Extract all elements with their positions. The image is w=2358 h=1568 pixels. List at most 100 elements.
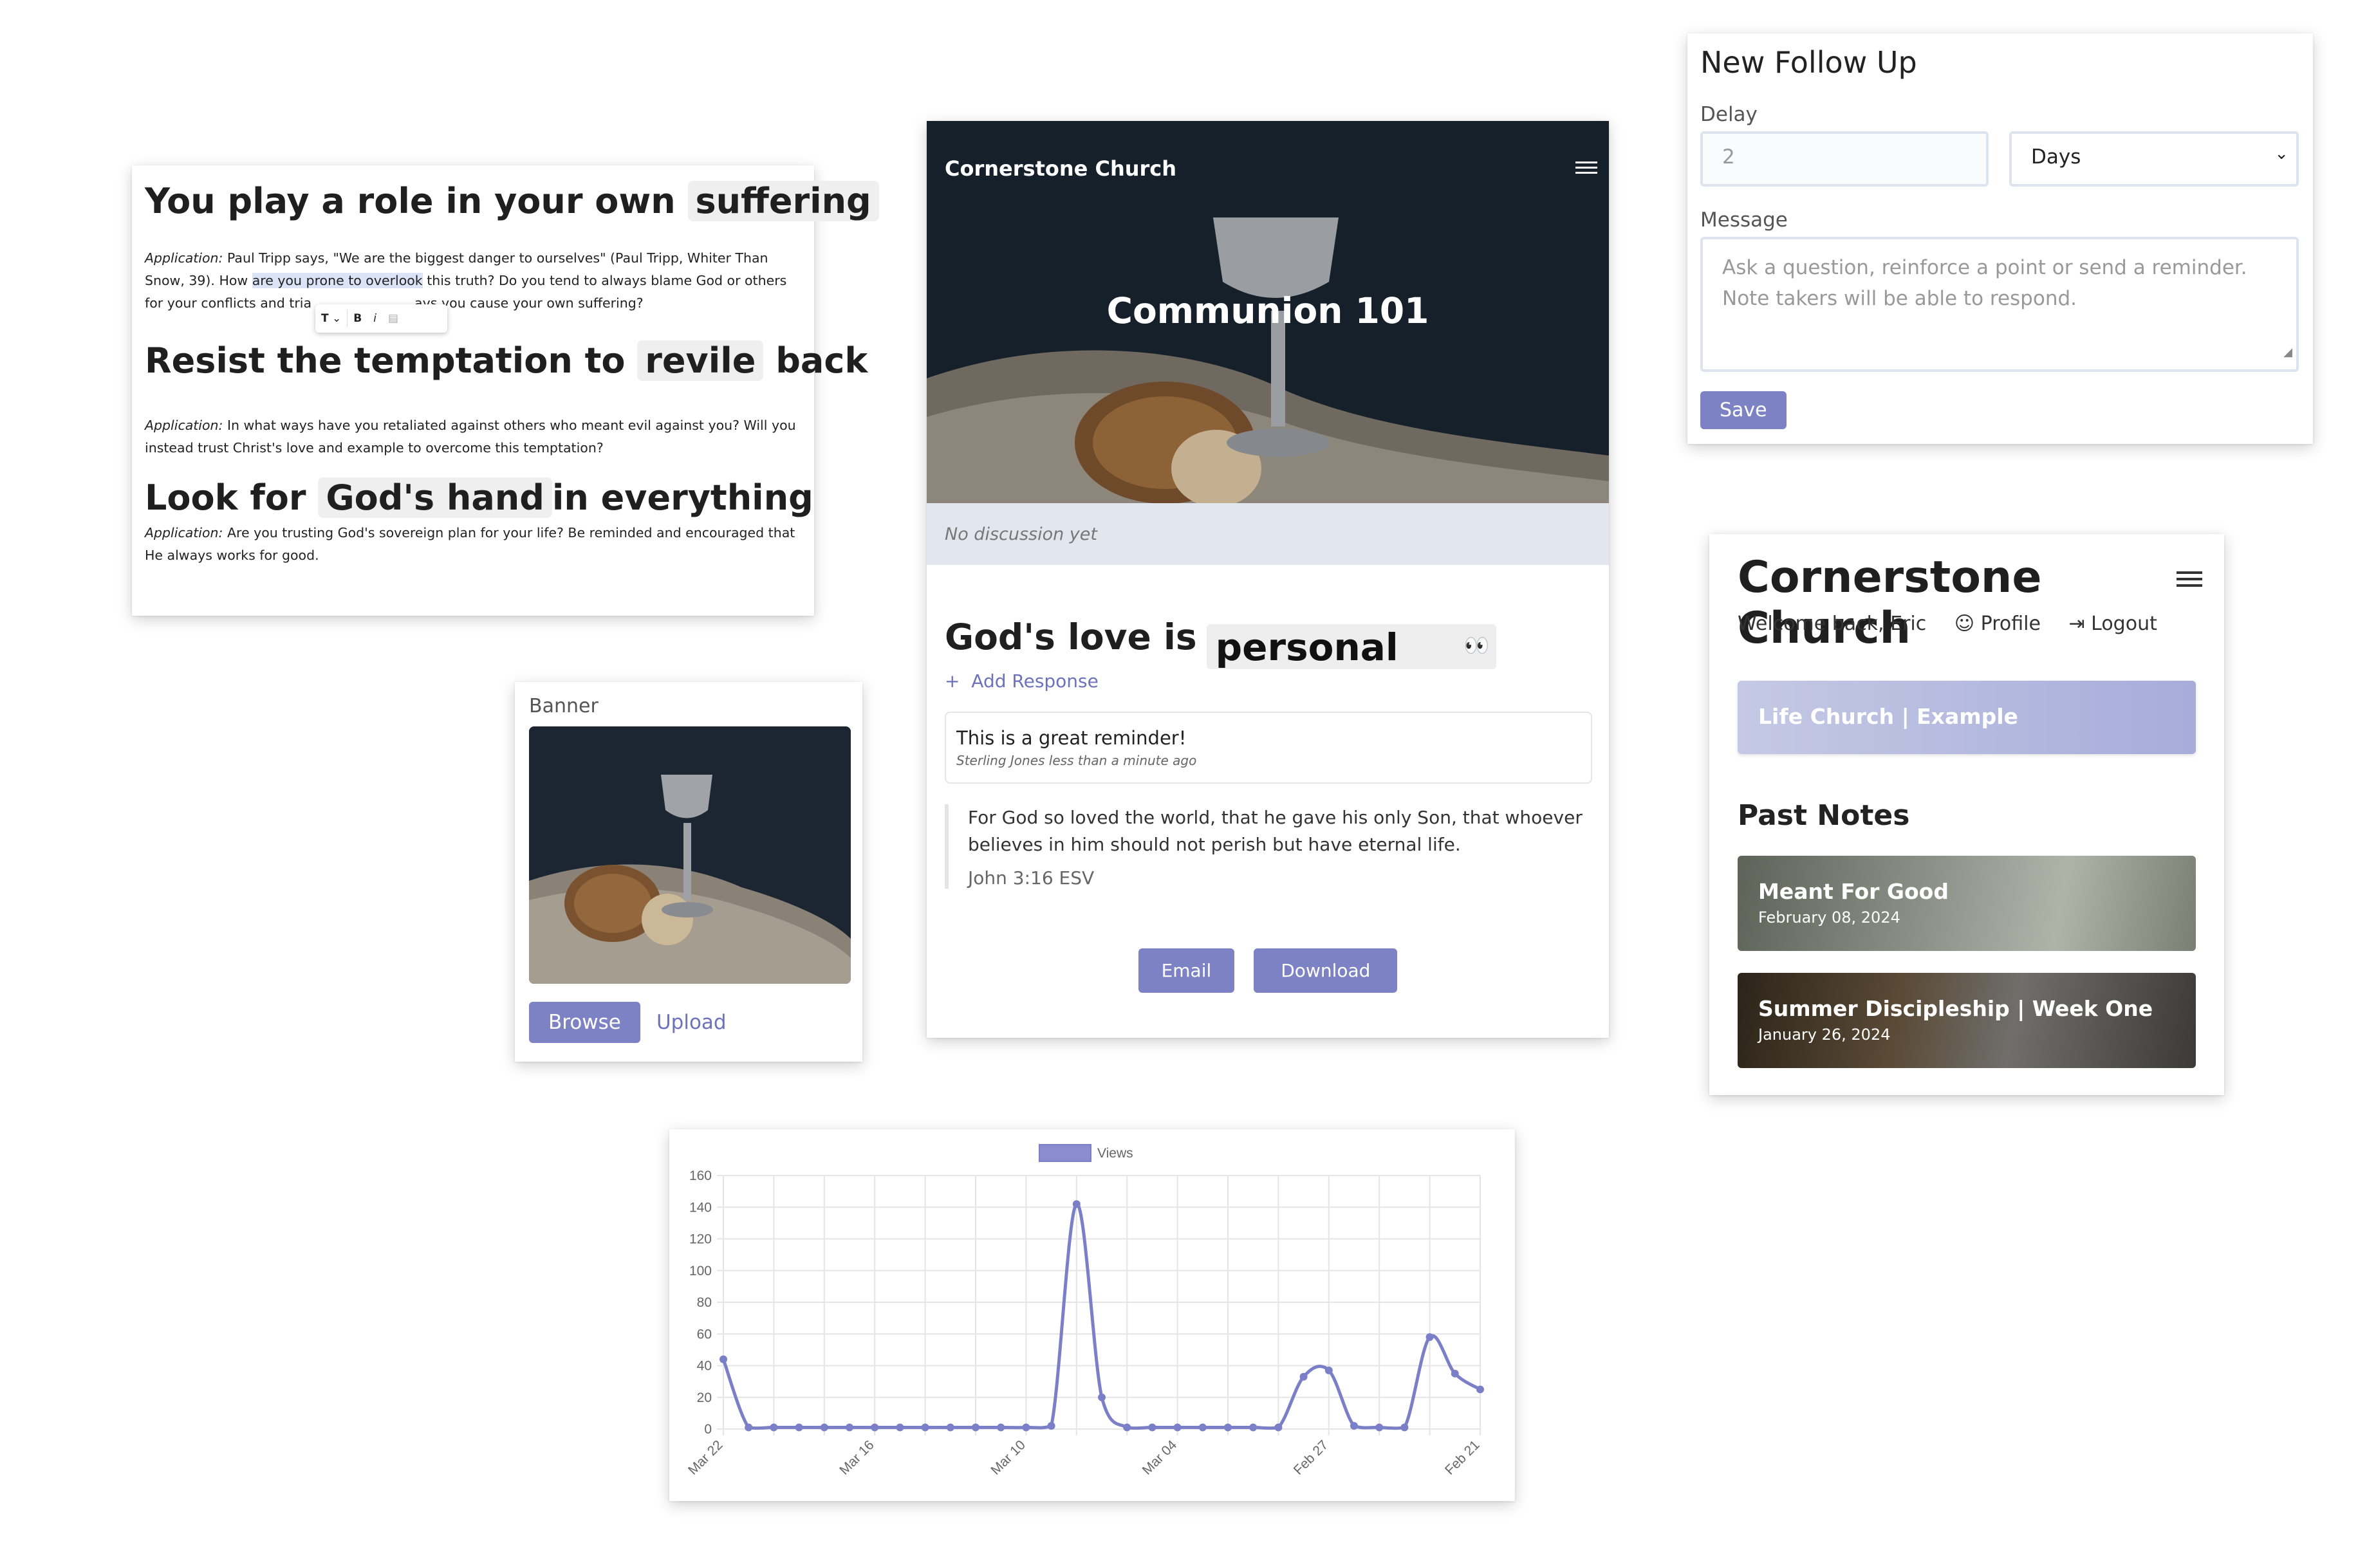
fill-blank[interactable]: personal 👀 — [1206, 623, 1496, 669]
legend-swatch — [1039, 1144, 1091, 1162]
note-heading-1: You play a role in your own suffering — [145, 181, 879, 221]
verse-text: For God so loved the world, that he gave… — [968, 807, 1583, 855]
hamburger-menu-icon[interactable] — [1575, 158, 1597, 177]
views-data-point — [1350, 1422, 1358, 1430]
delay-input[interactable]: 2 — [1700, 131, 1989, 187]
selected-text[interactable]: are you prone to overlook — [252, 273, 423, 288]
delay-unit-value: Days — [2031, 145, 2081, 169]
email-button[interactable]: Email — [1138, 948, 1235, 993]
views-data-point — [1274, 1423, 1283, 1432]
resize-handle-icon[interactable]: ◢ — [2283, 337, 2292, 368]
church-dashboard-card: Cornerstone Church Welcome back, Eric ☺ … — [1709, 534, 2224, 1095]
application-text: In what ways have you retaliated against… — [145, 418, 796, 456]
x-tick-label: Feb 27 — [1291, 1437, 1332, 1478]
past-note-title: Meant For Good — [1758, 879, 1949, 904]
views-data-point — [1425, 1333, 1434, 1342]
add-response-link[interactable]: + Add Response — [945, 670, 1099, 692]
logout-icon: ⇥ — [2068, 613, 2085, 635]
eyes-icon[interactable]: 👀 — [1464, 633, 1490, 658]
message-label: Message — [1700, 208, 1788, 232]
x-tick-label: Mar 10 — [988, 1437, 1028, 1477]
legend-label: Views — [1097, 1146, 1133, 1161]
views-data-point — [1173, 1423, 1182, 1432]
views-data-point — [846, 1423, 853, 1432]
fill-blank[interactable]: suffering — [687, 181, 879, 221]
communion-note-card: Cornerstone Church Communion 101 No disc… — [927, 121, 1609, 1038]
views-data-point — [921, 1423, 929, 1432]
message-placeholder: Ask a question, reinforce a point or sen… — [1722, 256, 2247, 310]
views-data-point — [719, 1355, 727, 1363]
heading-text: in everything — [552, 477, 813, 518]
views-data-point — [1047, 1422, 1055, 1430]
y-tick-label: 60 — [697, 1327, 712, 1342]
views-data-point — [946, 1423, 954, 1432]
form-title: New Follow Up — [1700, 45, 1917, 80]
note-actions: Email Download — [927, 948, 1609, 993]
application-text: Are you trusting God's sovereign plan fo… — [145, 525, 795, 563]
application-label: Application: — [145, 250, 223, 266]
past-note-item[interactable]: Summer Discipleship | Week One January 2… — [1738, 973, 2196, 1068]
chevron-down-icon: ⌄ — [2274, 144, 2288, 163]
format-toolbar: T ⌄ B i ▤ — [315, 304, 447, 333]
views-data-point — [770, 1423, 778, 1432]
views-line-chart: Views 0 20 40 60 80 100 120 140 160 Mar 22 Mar 16 Ma… — [685, 1144, 1484, 1478]
organization-card[interactable]: Life Church | Example — [1738, 681, 2196, 754]
upload-link[interactable]: Upload — [644, 1002, 746, 1043]
account-bar: Welcome back, Eric ☺ Profile ⇥ Logout — [1738, 613, 2157, 635]
application-1: Application: Paul Tripp says, "We are th… — [145, 247, 801, 315]
note-heading-2: Resist the temptation to revile back — [145, 340, 868, 381]
views-data-point — [1299, 1372, 1308, 1381]
views-data-point — [1148, 1423, 1156, 1432]
fill-text: God's love is — [945, 616, 1197, 658]
views-data-point — [896, 1423, 904, 1432]
message-textarea[interactable]: Ask a question, reinforce a point or sen… — [1700, 237, 2299, 372]
y-tick-label: 120 — [689, 1232, 712, 1247]
views-data-point — [1375, 1423, 1384, 1432]
views-data-point — [795, 1423, 803, 1432]
italic-button[interactable]: i — [367, 312, 382, 325]
delay-unit-select[interactable]: Days ⌄ — [2009, 131, 2299, 187]
logout-link[interactable]: ⇥ Logout — [2068, 613, 2157, 635]
views-data-point — [1123, 1423, 1131, 1432]
views-data-point — [1249, 1423, 1258, 1432]
fill-blank[interactable]: revile — [637, 340, 764, 381]
past-note-item[interactable]: Meant For Good February 08, 2024 — [1738, 856, 2196, 951]
application-label: Application: — [145, 418, 223, 433]
download-button[interactable]: Download — [1254, 948, 1398, 993]
response-box: This is a great reminder! Sterling Jones… — [945, 712, 1592, 784]
y-tick-label: 100 — [689, 1264, 712, 1278]
save-button[interactable]: Save — [1700, 391, 1787, 429]
y-tick-label: 80 — [697, 1295, 712, 1310]
verse-reference: John 3:16 ESV — [968, 867, 1095, 889]
x-tick-label: Feb 21 — [1442, 1437, 1483, 1478]
highlight-icon[interactable]: ▤ — [382, 312, 404, 325]
application-text: ays you cause your own suffering? — [414, 295, 644, 311]
discussion-status: No discussion yet — [927, 503, 1609, 565]
application-3: Application: Are you trusting God's sove… — [145, 522, 801, 567]
response-meta: Sterling Jones less than a minute ago — [956, 753, 1197, 768]
browse-button[interactable]: Browse — [529, 1002, 640, 1043]
y-tick-label: 0 — [704, 1422, 712, 1437]
views-data-point — [1072, 1200, 1081, 1208]
views-data-point — [820, 1423, 828, 1432]
text-style-button[interactable]: T ⌄ — [315, 312, 347, 325]
application-2: Application: In what ways have you retal… — [145, 414, 801, 459]
past-note-date: January 26, 2024 — [1758, 1026, 1891, 1044]
bold-button[interactable]: B — [348, 312, 367, 325]
delay-label: Delay — [1700, 103, 1758, 126]
bread-and-cup-image — [529, 726, 851, 984]
views-data-point — [972, 1423, 979, 1432]
past-notes-heading: Past Notes — [1738, 799, 1910, 832]
profile-link[interactable]: ☺ Profile — [1954, 613, 2041, 635]
user-circle-icon: ☺ — [1954, 613, 1975, 635]
y-tick-label: 160 — [689, 1168, 712, 1183]
notes-editor-card: You play a role in your own suffering Ap… — [132, 165, 879, 616]
views-data-point — [997, 1423, 1005, 1432]
hero-banner: Cornerstone Church Communion 101 — [927, 121, 1609, 503]
fill-blank[interactable]: God's hand — [318, 477, 552, 518]
x-tick-label: Mar 16 — [837, 1437, 877, 1477]
add-response-label: Add Response — [971, 670, 1099, 692]
heading-text: Look for — [145, 477, 306, 518]
fill-value: personal — [1215, 625, 1398, 669]
hamburger-menu-icon[interactable] — [2177, 567, 2202, 591]
